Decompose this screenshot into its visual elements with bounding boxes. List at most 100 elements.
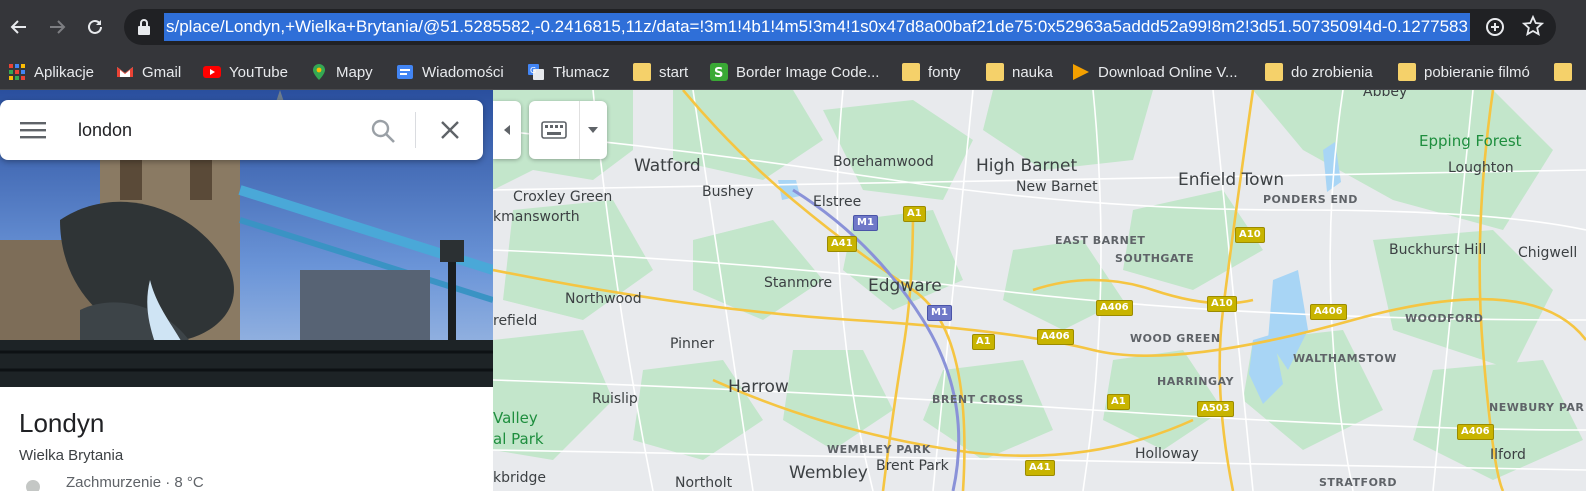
- bookmark-pobieranie[interactable]: pobieranie filmó: [1398, 54, 1530, 90]
- map-label[interactable]: STRATFORD: [1319, 476, 1397, 489]
- bookmark-star-icon[interactable]: [1522, 15, 1544, 37]
- map-label[interactable]: Epping Forest: [1419, 132, 1522, 150]
- map-label[interactable]: Buckhurst Hill: [1389, 242, 1486, 258]
- search-box: [0, 100, 483, 160]
- bookmark-start[interactable]: start: [633, 54, 688, 90]
- map-label[interactable]: WOODFORD: [1405, 312, 1483, 325]
- search-input[interactable]: [78, 116, 358, 144]
- map-label[interactable]: Northwood: [565, 291, 642, 307]
- bookmark-download[interactable]: Download Online V...: [1072, 54, 1238, 90]
- road-shield: A10: [1235, 227, 1265, 243]
- road-shield: A406: [1457, 424, 1494, 440]
- bookmark-label: Tłumacz: [553, 63, 610, 81]
- bookmark-translate[interactable]: G Tłumacz: [527, 54, 610, 90]
- hamburger-menu-icon[interactable]: [20, 120, 46, 140]
- map-label[interactable]: al Park: [493, 430, 544, 448]
- map-label[interactable]: Croxley Green: [513, 189, 612, 205]
- road-shield: A406: [1310, 304, 1347, 320]
- lock-icon[interactable]: [136, 18, 152, 36]
- news-icon: [397, 65, 413, 79]
- map-label[interactable]: refield: [493, 313, 537, 329]
- reload-button[interactable]: [80, 12, 110, 42]
- map-label[interactable]: WEMBLEY PARK: [827, 443, 931, 456]
- map-label[interactable]: Northolt: [675, 475, 732, 491]
- arrow-left-icon: [10, 20, 26, 34]
- map-label[interactable]: Elstree: [813, 194, 861, 210]
- bookmark-label: nauka: [1012, 63, 1053, 81]
- map-label[interactable]: Harrow: [728, 377, 789, 397]
- bookmark-overflow[interactable]: [1554, 54, 1572, 90]
- map-label[interactable]: Pinner: [670, 336, 714, 352]
- map-label[interactable]: Edgware: [868, 276, 942, 296]
- border-image-icon: S: [710, 63, 728, 81]
- bookmark-label: Border Image Code...: [736, 63, 880, 81]
- road-shield: A1: [1107, 394, 1130, 410]
- map-label[interactable]: NEWBURY PAR: [1489, 401, 1584, 414]
- map-label[interactable]: WOOD GREEN: [1130, 332, 1221, 345]
- road-shield: A10: [1207, 296, 1237, 312]
- folder-icon: [986, 63, 1004, 81]
- bookmark-maps[interactable]: Mapy: [310, 54, 373, 90]
- input-tools-button[interactable]: [529, 101, 607, 159]
- map-label[interactable]: Wembley: [789, 463, 868, 483]
- map-label[interactable]: High Barnet: [976, 156, 1077, 176]
- svg-text:G: G: [530, 66, 536, 75]
- map-label[interactable]: Loughton: [1448, 160, 1514, 176]
- map-label[interactable]: HARRINGAY: [1157, 375, 1234, 388]
- map-label[interactable]: kmansworth: [493, 209, 580, 225]
- map-tiles: [493, 90, 1586, 491]
- map-label[interactable]: Borehamwood: [833, 154, 934, 170]
- apps-grid-icon: [9, 64, 25, 80]
- play-icon: [1073, 64, 1089, 80]
- map-label[interactable]: Ruislip: [592, 391, 638, 407]
- translate-icon: G: [528, 64, 544, 80]
- folder-icon: [1398, 63, 1416, 81]
- back-button[interactable]: [4, 12, 34, 42]
- bookmark-youtube[interactable]: YouTube: [203, 54, 288, 90]
- road-shield: A406: [1096, 300, 1133, 316]
- map-canvas[interactable]: Watford Borehamwood High Barnet Enfield …: [493, 90, 1586, 491]
- map-label[interactable]: Ilford: [1490, 447, 1526, 463]
- divider: [579, 101, 580, 159]
- map-label[interactable]: BRENT CROSS: [932, 393, 1024, 406]
- map-label[interactable]: Enfield Town: [1178, 170, 1284, 190]
- bookmark-label: Mapy: [336, 63, 373, 81]
- bookmark-do-zrobienia[interactable]: do zrobienia: [1265, 54, 1373, 90]
- bookmark-fonty[interactable]: fonty: [902, 54, 961, 90]
- map-label[interactable]: Holloway: [1135, 446, 1199, 462]
- bookmark-label: YouTube: [229, 63, 288, 81]
- map-label[interactable]: Bushey: [702, 184, 754, 200]
- forward-button[interactable]: [42, 12, 72, 42]
- chevron-down-icon[interactable]: [587, 125, 599, 135]
- search-icon[interactable]: [370, 118, 396, 144]
- map-label[interactable]: Chigwell: [1518, 245, 1577, 261]
- map-label[interactable]: Abbey: [1363, 90, 1407, 100]
- bookmark-label: pobieranie filmó: [1424, 63, 1530, 81]
- map-label[interactable]: SOUTHGATE: [1115, 252, 1194, 265]
- map-label[interactable]: kbridge: [493, 470, 546, 486]
- bookmark-border-image[interactable]: S Border Image Code...: [710, 54, 879, 90]
- road-shield: A1: [972, 334, 995, 350]
- weather-text: Zachmurzenie · 8 °C: [66, 474, 204, 491]
- folder-icon: [902, 63, 920, 81]
- folder-icon: [633, 63, 651, 81]
- bookmark-label: Aplikacje: [34, 63, 95, 81]
- close-icon[interactable]: [438, 118, 462, 142]
- map-label[interactable]: Valley: [493, 409, 538, 427]
- bookmark-nauka[interactable]: nauka: [986, 54, 1053, 90]
- map-label[interactable]: Watford: [634, 156, 701, 176]
- bookmark-news[interactable]: Wiadomości: [396, 54, 504, 90]
- map-label[interactable]: EAST BARNET: [1055, 234, 1145, 247]
- map-label[interactable]: Stanmore: [764, 275, 832, 291]
- bookmark-label: fonty: [928, 63, 961, 81]
- url-text[interactable]: s/place/Londyn,+Wielka+Brytania/@51.5285…: [164, 13, 1470, 41]
- bookmark-gmail[interactable]: Gmail: [116, 54, 181, 90]
- map-label[interactable]: Brent Park: [876, 458, 949, 474]
- bookmark-label: Wiadomości: [422, 63, 504, 81]
- add-circle-icon[interactable]: [1484, 16, 1506, 38]
- map-label[interactable]: WALTHAMSTOW: [1293, 352, 1397, 365]
- map-label[interactable]: PONDERS END: [1263, 193, 1358, 206]
- bookmark-apps[interactable]: Aplikacje: [8, 54, 94, 90]
- collapse-panel-button[interactable]: [493, 101, 521, 159]
- map-label[interactable]: New Barnet: [1016, 179, 1098, 195]
